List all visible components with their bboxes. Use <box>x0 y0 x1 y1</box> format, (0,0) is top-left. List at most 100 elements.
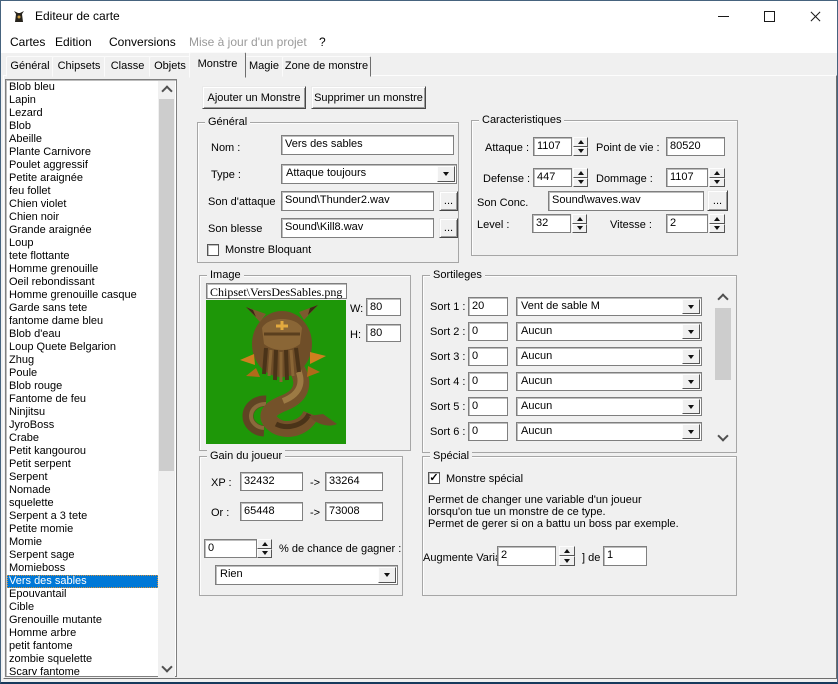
delete-monster-button[interactable]: Supprimer un monstre <box>311 86 426 109</box>
xp-to-input[interactable]: 33264 <box>325 472 383 491</box>
spell-count-input[interactable]: 0 <box>468 397 508 416</box>
list-item[interactable]: JyroBoss <box>7 419 158 432</box>
tab-general[interactable]: Général <box>6 56 54 77</box>
list-item[interactable]: Abeille <box>7 133 158 146</box>
spell-select[interactable]: Aucun <box>516 322 702 341</box>
menu-conversions[interactable]: Conversions <box>109 35 176 49</box>
list-item[interactable]: Petit serpent <box>7 458 158 471</box>
spells-scrollbar[interactable] <box>714 289 732 446</box>
tab-classe[interactable]: Classe <box>104 56 151 77</box>
son-attaque-browse-button[interactable]: ... <box>439 191 458 211</box>
son-conc-input[interactable]: Sound\waves.wav <box>548 191 704 211</box>
list-item[interactable]: Homme arbre <box>7 627 158 640</box>
spell-select[interactable]: Aucun <box>516 422 702 441</box>
close-button[interactable] <box>792 1 837 31</box>
list-item[interactable]: Momie <box>7 536 158 549</box>
combo-arrow-icon[interactable] <box>682 349 700 364</box>
tab-magie[interactable]: Magie <box>244 56 284 77</box>
height-input[interactable]: 80 <box>366 324 401 342</box>
list-item[interactable]: Blob d'eau <box>7 328 158 341</box>
spell-count-input[interactable]: 0 <box>468 322 508 341</box>
list-item[interactable]: squelette <box>7 497 158 510</box>
or-to-input[interactable]: 73008 <box>325 502 383 521</box>
list-item[interactable]: Blob <box>7 120 158 133</box>
chance-spinner[interactable] <box>257 539 272 558</box>
nom-input[interactable]: Vers des sables <box>281 135 454 155</box>
list-item[interactable]: Scary fantome <box>7 666 158 675</box>
menu-help[interactable]: ? <box>319 35 326 49</box>
list-item[interactable]: Fantome de feu <box>7 393 158 406</box>
list-item[interactable]: Chien violet <box>7 198 158 211</box>
chance-input[interactable]: 0 <box>204 539 257 558</box>
type-select[interactable]: Attaque toujours <box>281 164 457 184</box>
list-item[interactable]: Plante Carnivore <box>7 146 158 159</box>
scroll-down-icon[interactable] <box>158 660 175 677</box>
scrollbar-thumb[interactable] <box>715 308 731 380</box>
combo-arrow-icon[interactable] <box>682 399 700 414</box>
dommage-input[interactable]: 1107 <box>666 168 708 187</box>
attaque-input[interactable]: 1107 <box>533 137 572 156</box>
menu-cartes[interactable]: Cartes <box>10 35 45 49</box>
list-item[interactable]: Ninjitsu <box>7 406 158 419</box>
list-item[interactable]: Homme grenouille casque <box>7 289 158 302</box>
scroll-up-icon[interactable] <box>714 289 732 306</box>
spell-count-input[interactable]: 0 <box>468 347 508 366</box>
list-item[interactable]: Zhug <box>7 354 158 367</box>
maximize-button[interactable] <box>746 1 792 31</box>
spell-select[interactable]: Aucun <box>516 347 702 366</box>
list-item[interactable]: Grenouille mutante <box>7 614 158 627</box>
monstre-special-checkbox[interactable]: ✓ <box>428 472 440 484</box>
son-attaque-input[interactable]: Sound\Thunder2.wav <box>281 191 434 211</box>
minimize-button[interactable] <box>700 1 746 31</box>
list-item[interactable]: petit fantome <box>7 640 158 653</box>
spell-count-input[interactable]: 20 <box>468 297 508 316</box>
defense-spinner[interactable] <box>573 168 588 187</box>
width-input[interactable]: 80 <box>366 298 401 316</box>
or-from-input[interactable]: 65448 <box>240 502 303 521</box>
scroll-down-icon[interactable] <box>714 429 732 446</box>
spell-count-input[interactable]: 0 <box>468 422 508 441</box>
combo-arrow-icon[interactable] <box>682 424 700 439</box>
list-item[interactable]: Grande araignée <box>7 224 158 237</box>
combo-arrow-icon[interactable] <box>378 567 396 583</box>
xp-from-input[interactable]: 32432 <box>240 472 303 491</box>
list-item[interactable]: Momieboss <box>7 562 158 575</box>
list-item[interactable]: tete flottante <box>7 250 158 263</box>
spell-select[interactable]: Aucun <box>516 372 702 391</box>
combo-arrow-icon[interactable] <box>682 324 700 339</box>
combo-arrow-icon[interactable] <box>682 374 700 389</box>
list-item[interactable]: Chien noir <box>7 211 158 224</box>
scroll-up-icon[interactable] <box>158 81 175 98</box>
list-item[interactable]: fantome dame bleu <box>7 315 158 328</box>
menu-edition[interactable]: Edition <box>55 35 92 49</box>
son-blesse-browse-button[interactable]: ... <box>439 218 458 238</box>
spell-count-input[interactable]: 0 <box>468 372 508 391</box>
list-item[interactable]: Loup Quete Belgarion <box>7 341 158 354</box>
list-item[interactable]: Homme grenouille <box>7 263 158 276</box>
list-item[interactable]: Cible <box>7 601 158 614</box>
level-input[interactable]: 32 <box>532 214 571 233</box>
list-item[interactable]: Petite momie <box>7 523 158 536</box>
list-item[interactable]: Serpent a 3 tete <box>7 510 158 523</box>
list-item[interactable]: Loup <box>7 237 158 250</box>
combo-arrow-icon[interactable] <box>437 166 455 182</box>
dommage-spinner[interactable] <box>709 168 725 187</box>
list-item[interactable]: Vers des sables <box>7 575 158 588</box>
list-item[interactable]: Serpent sage <box>7 549 158 562</box>
list-item[interactable]: Nomade <box>7 484 158 497</box>
list-item[interactable]: Blob rouge <box>7 380 158 393</box>
son-conc-browse-button[interactable]: ... <box>707 190 728 211</box>
combo-arrow-icon[interactable] <box>682 299 700 314</box>
drop-select[interactable]: Rien <box>215 565 398 585</box>
tab-chipsets[interactable]: Chipsets <box>52 56 106 77</box>
list-item[interactable]: feu follet <box>7 185 158 198</box>
tab-monstre[interactable]: Monstre <box>189 52 246 78</box>
list-item[interactable]: Serpent <box>7 471 158 484</box>
list-item[interactable]: Epouvantail <box>7 588 158 601</box>
tab-zone-de-monstre[interactable]: Zone de monstre <box>282 56 371 77</box>
level-spinner[interactable] <box>572 214 587 233</box>
list-item[interactable]: Poulet aggressif <box>7 159 158 172</box>
list-item[interactable]: Petit kangourou <box>7 445 158 458</box>
image-path-input[interactable]: Chipset\VersDesSables.png <box>206 283 347 299</box>
de-value-input[interactable]: 1 <box>603 546 647 566</box>
